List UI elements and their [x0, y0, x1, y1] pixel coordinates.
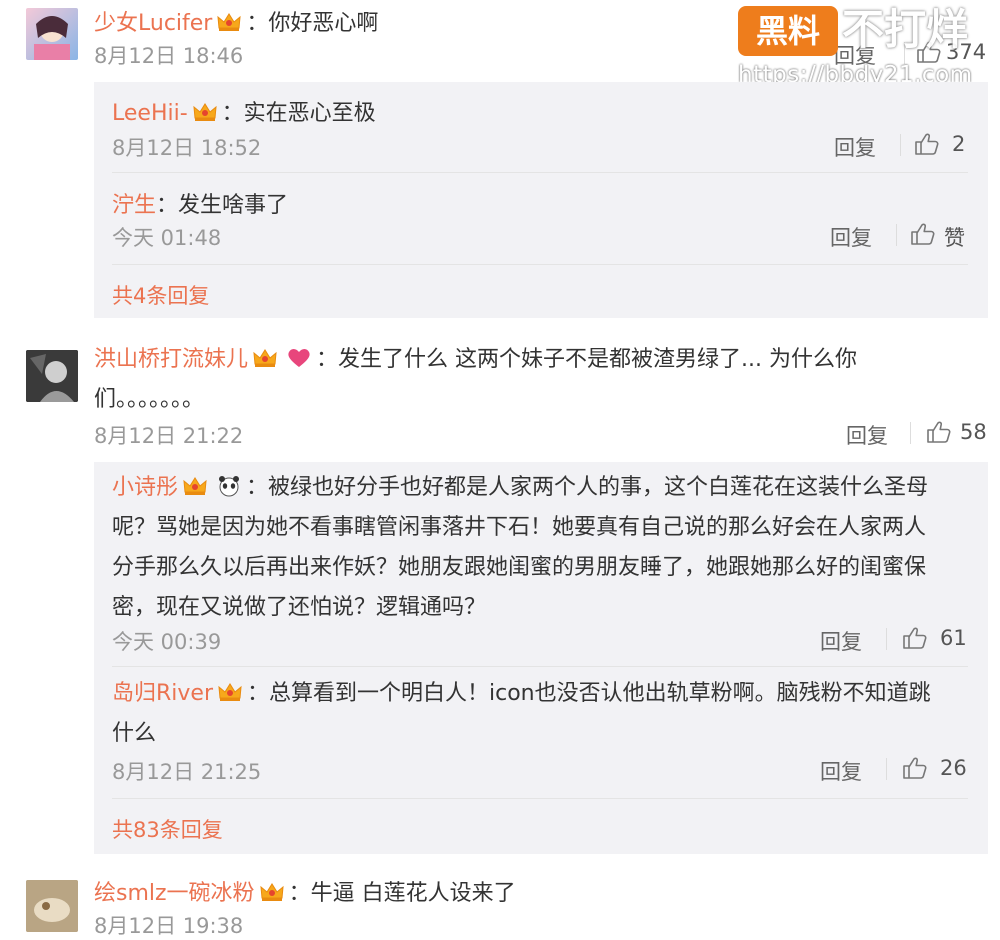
colon: ： — [156, 193, 179, 218]
comment-text-continued: 们。。。。。。。 — [94, 387, 205, 412]
comment-header: 绘smlz一碗冰粉 ：牛逼 白莲花人设来了 — [94, 874, 516, 906]
like-button-label[interactable]: 赞 — [944, 222, 965, 252]
username[interactable]: 岛归River — [112, 681, 213, 706]
colon: ： — [316, 347, 339, 372]
vip-badge-icon — [259, 881, 285, 903]
avatar[interactable] — [26, 350, 78, 402]
username[interactable]: 绘smlz一碗冰粉 — [94, 881, 255, 906]
username[interactable]: 少女Lucifer — [94, 11, 212, 36]
avatar-image — [26, 880, 78, 932]
reply-text-continued: 呢？骂她是因为她不看事瞎管闲事落井下石！她要真有自己说的那么好会在人家两人 — [112, 515, 927, 540]
comment-text: 牛逼 白莲花人设来了 — [310, 881, 516, 906]
like-count: 58 — [960, 420, 987, 444]
panda-icon — [219, 476, 240, 497]
username[interactable]: 泞生 — [112, 193, 156, 218]
row-divider — [112, 264, 968, 265]
vip-badge-icon — [252, 347, 278, 369]
vip-badge-icon — [192, 101, 218, 123]
reply-header: LeeHii- ：实在恶心至极 — [112, 94, 376, 126]
divider — [910, 422, 911, 444]
vip-badge-icon — [217, 681, 243, 703]
timestamp: 今天 01:48 — [112, 226, 222, 250]
thumbs-up-icon[interactable] — [910, 222, 936, 246]
timestamp: 8月12日 18:46 — [94, 44, 244, 68]
like-count: 2 — [952, 132, 966, 156]
comment-line: 洪山桥打流妹儿 ：发生了什么 这两个妹子不是都被渣男绿了... 为什么你 — [94, 340, 914, 380]
thumbs-up-icon[interactable] — [914, 132, 940, 156]
reply-body: 岛归River ：总算看到一个明白人！icon也没否认他出轨草粉啊。脑残粉不知道跳… — [112, 674, 972, 754]
heart-icon — [288, 349, 310, 367]
reply-line: 小诗彤 ：被绿也好分手也好都是人家两个人的事，这个白莲花在这装什么圣母 — [112, 468, 972, 508]
thumbs-up-icon[interactable] — [926, 420, 952, 444]
view-more-replies-link[interactable]: 共4条回复 — [112, 280, 209, 310]
colon: ： — [288, 881, 311, 906]
avatar[interactable] — [26, 880, 78, 932]
reply-text: 发生啥事了 — [178, 193, 289, 218]
avatar-image — [34, 16, 70, 60]
colon: ： — [221, 101, 244, 126]
comment-body: 洪山桥打流妹儿 ：发生了什么 这两个妹子不是都被渣男绿了... 为什么你 们。。。… — [94, 340, 914, 420]
vip-badge-icon — [216, 11, 242, 33]
comment-header: 少女Lucifer ：你好恶心啊 — [94, 4, 379, 36]
watermark-logo: 黑料 — [738, 6, 838, 56]
colon: ： — [247, 681, 270, 706]
reply-body: 小诗彤 ：被绿也好分手也好都是人家两个人的事，这个白莲花在这装什么圣母 呢？骂她是… — [112, 468, 972, 628]
timestamp: 8月12日 21:22 — [94, 424, 244, 448]
reply-button[interactable]: 回复 — [820, 756, 862, 786]
timestamp: 今天 00:39 — [112, 630, 222, 654]
reply-header: 泞生：发生啥事了 — [112, 186, 289, 218]
avatar[interactable] — [26, 8, 78, 60]
reply-text-continued: 分手那么久以后再出来作妖？她朋友跟她闺蜜的男朋友睡了，她跟她那么好的闺蜜保 — [112, 555, 927, 580]
view-more-replies-link[interactable]: 共83条回复 — [112, 814, 223, 844]
vip-badge-icon — [182, 475, 208, 497]
watermark-title: 不打烊 — [842, 5, 969, 54]
reply-button[interactable]: 回复 — [834, 132, 876, 162]
colon: ： — [246, 475, 269, 500]
colon: ： — [246, 11, 269, 36]
row-divider — [112, 172, 968, 173]
reply-button[interactable]: 回复 — [846, 420, 888, 450]
timestamp: 8月12日 19:38 — [94, 914, 244, 938]
username[interactable]: 洪山桥打流妹儿 — [94, 347, 248, 372]
divider — [886, 628, 887, 650]
reply-text: 实在恶心至极 — [243, 101, 376, 126]
divider — [900, 134, 901, 156]
username[interactable]: LeeHii- — [112, 101, 188, 126]
like-count: 26 — [940, 756, 967, 780]
avatar-image — [26, 350, 78, 402]
comment-text: 你好恶心啊 — [268, 11, 379, 36]
reply-button[interactable]: 回复 — [830, 222, 872, 252]
reply-text: 总算看到一个明白人！icon也没否认他出轨草粉啊。脑残粉不知道跳 — [269, 681, 931, 706]
reply-button[interactable]: 回复 — [820, 626, 862, 656]
thumbs-up-icon[interactable] — [902, 626, 928, 650]
thumbs-up-icon[interactable] — [902, 756, 928, 780]
username[interactable]: 小诗彤 — [112, 475, 178, 500]
timestamp: 8月12日 18:52 — [112, 136, 262, 160]
reply-line: 岛归River ：总算看到一个明白人！icon也没否认他出轨草粉啊。脑残粉不知道跳 — [112, 674, 972, 714]
reply-text-continued: 密，现在又说做了还怕说？逻辑通吗？ — [112, 595, 487, 620]
row-divider — [112, 798, 968, 799]
comment-text: 发生了什么 这两个妹子不是都被渣男绿了... 为什么你 — [338, 347, 857, 372]
row-divider — [112, 666, 968, 667]
divider — [896, 224, 897, 246]
reply-text: 被绿也好分手也好都是人家两个人的事，这个白莲花在这装什么圣母 — [268, 475, 929, 500]
reply-text-continued: 什么 — [112, 721, 157, 746]
divider — [886, 758, 887, 780]
like-count: 61 — [940, 626, 967, 650]
timestamp: 8月12日 21:25 — [112, 760, 262, 784]
watermark-logo-text: 黑料 — [755, 12, 820, 50]
